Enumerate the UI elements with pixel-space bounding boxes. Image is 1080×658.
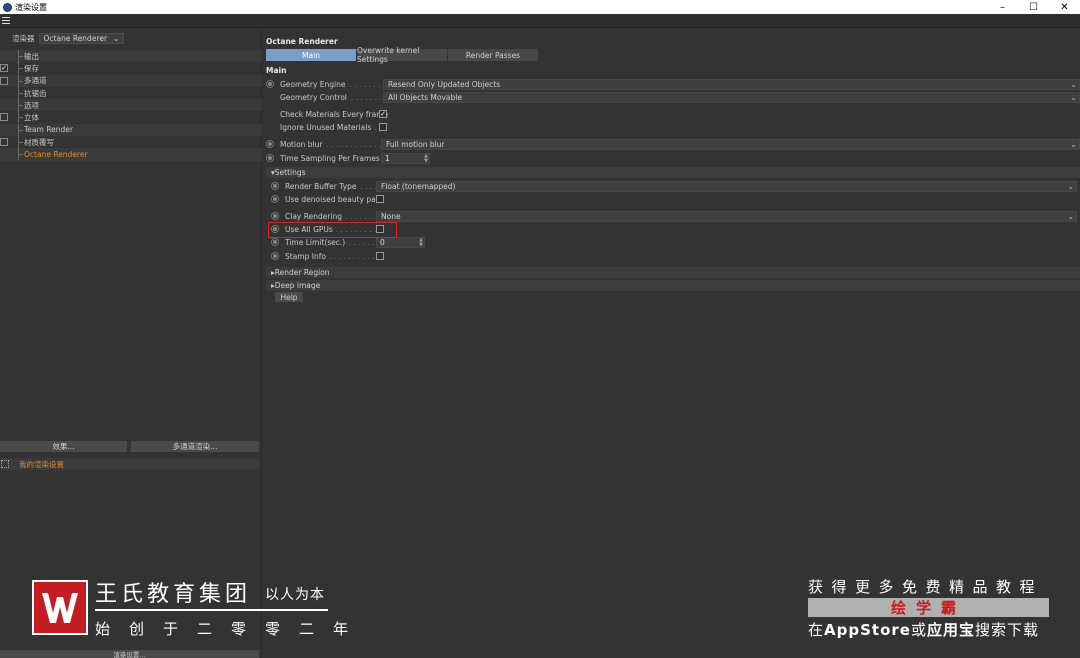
wangshi-logo-icon bbox=[42, 592, 78, 623]
tree-item-team-render[interactable]: Team Render bbox=[0, 123, 262, 137]
animate-radio-icon[interactable] bbox=[266, 140, 274, 148]
chevron-down-icon: ⌄ bbox=[1070, 79, 1077, 89]
stereo-checkbox[interactable] bbox=[0, 113, 8, 122]
renderer-select[interactable]: Octane Renderer ⌄ bbox=[38, 32, 125, 44]
render-region-group-header[interactable]: ▸Render Region bbox=[266, 267, 1080, 278]
multipass-render-button[interactable]: 多通道渲染... bbox=[131, 441, 259, 452]
animate-radio-icon[interactable] bbox=[271, 238, 279, 246]
help-button[interactable]: Help bbox=[275, 292, 303, 302]
animate-radio-icon[interactable] bbox=[271, 182, 279, 190]
denoised-row: Use denoised beauty pass bbox=[271, 193, 1077, 205]
check-materials-checkbox[interactable]: ✓ bbox=[379, 110, 387, 118]
save-checkbox[interactable]: ✓ bbox=[0, 64, 8, 73]
chevron-down-icon: ⌄ bbox=[113, 33, 120, 43]
tree-item-stereo[interactable]: 立体 bbox=[0, 111, 262, 124]
annotation-highlight-box bbox=[268, 222, 397, 238]
animate-radio-icon[interactable] bbox=[271, 195, 279, 203]
window-title: 渲染设置 bbox=[15, 2, 47, 12]
renderer-select-value: Octane Renderer bbox=[43, 33, 108, 43]
window-titlebar: 渲染设置 – ☐ ✕ bbox=[0, 0, 1080, 14]
time-limit-input[interactable]: 0 ▲ ▼ bbox=[376, 236, 425, 248]
spinner-icon[interactable]: ▲ ▼ bbox=[424, 153, 428, 164]
chevron-down-icon: ⌄ bbox=[1067, 211, 1074, 221]
motion-blur-row: Motion blur . . . . . . . . . . . . Full… bbox=[266, 138, 1080, 150]
panel-title: Octane Renderer bbox=[266, 37, 338, 46]
renderer-label: 渲染器 bbox=[12, 33, 35, 43]
tab-render-passes[interactable]: Render Passes bbox=[448, 49, 538, 61]
promo-brand: 绘学霸 bbox=[808, 598, 1049, 617]
promo-line-3: 在AppStore或应用宝搜索下载 bbox=[808, 621, 1039, 639]
renderer-row: 渲染器 Octane Renderer ⌄ bbox=[0, 32, 125, 44]
animate-radio-icon[interactable] bbox=[266, 80, 274, 88]
ignore-unused-checkbox[interactable] bbox=[379, 123, 387, 131]
left-panel: 渲染器 Octane Renderer ⌄ 输出 ✓ 保存 多通道 抗锯齿 选项 … bbox=[0, 28, 262, 658]
tree-item-output[interactable]: 输出 bbox=[0, 50, 262, 63]
tab-overwrite-kernel[interactable]: Overwrite kernel Settings bbox=[357, 46, 447, 64]
render-buffer-select[interactable]: Float (tonemapped) ⌄ bbox=[376, 180, 1077, 192]
spinner-icon[interactable]: ▲ ▼ bbox=[419, 237, 423, 248]
close-button[interactable]: ✕ bbox=[1049, 0, 1080, 14]
clay-rendering-row: Clay Rendering . . . . . . . . None ⌄ bbox=[271, 210, 1077, 222]
settings-group-header[interactable]: ▾Settings bbox=[266, 167, 1080, 178]
cinema4d-app-icon bbox=[3, 2, 12, 12]
stamp-info-checkbox[interactable] bbox=[376, 252, 384, 260]
company-founded: 始创于二零零二年 bbox=[95, 620, 368, 638]
maximize-button[interactable]: ☐ bbox=[1018, 0, 1049, 14]
geometry-engine-row: Geometry Engine . . . . . . . . Resend O… bbox=[266, 78, 1080, 90]
stamp-info-row: Stamp Info . . . . . . . . . . . bbox=[271, 250, 1077, 262]
deep-image-group-header[interactable]: ▸Deep image bbox=[266, 280, 1080, 291]
chevron-down-icon: ⌄ bbox=[1070, 92, 1077, 102]
material-override-checkbox[interactable] bbox=[0, 138, 8, 147]
tab-main[interactable]: Main bbox=[266, 49, 356, 61]
ignore-unused-row: Ignore Unused Materials . . bbox=[266, 121, 1080, 133]
minimize-button[interactable]: – bbox=[987, 0, 1018, 14]
animate-radio-icon[interactable] bbox=[271, 212, 279, 220]
geometry-control-row: Geometry Control . . . . . . . All Objec… bbox=[266, 91, 1080, 103]
tree-item-options[interactable]: 选项 bbox=[0, 99, 262, 112]
tree-item-antialiasing[interactable]: 抗锯齿 bbox=[0, 86, 262, 99]
motion-blur-select[interactable]: Full motion blur ⌄ bbox=[381, 138, 1080, 150]
geometry-engine-select[interactable]: Resend Only Updated Objects ⌄ bbox=[383, 78, 1080, 90]
chevron-down-icon: ⌄ bbox=[1067, 181, 1074, 191]
clay-rendering-select[interactable]: None ⌄ bbox=[376, 210, 1077, 222]
watermark-divider bbox=[95, 609, 328, 611]
tree-item-save[interactable]: ✓ 保存 bbox=[0, 62, 262, 75]
tree-item-multipass[interactable]: 多通道 bbox=[0, 74, 262, 87]
effects-button[interactable]: 效果... bbox=[0, 441, 127, 452]
tree-item-octane-renderer[interactable]: Octane Renderer bbox=[0, 148, 262, 161]
settings-tree: 输出 ✓ 保存 多通道 抗锯齿 选项 立体 Team Render 材质覆写 Oc… bbox=[0, 50, 262, 161]
time-sampling-row: Time Sampling Per Frames 1 ▲ ▼ bbox=[266, 152, 1080, 164]
menu-strip bbox=[0, 14, 1080, 28]
my-render-setting-item[interactable]: 我的渲染设置 bbox=[0, 458, 260, 470]
render-buffer-row: Render Buffer Type . . . . Float (tonema… bbox=[271, 180, 1077, 192]
section-main-label: Main bbox=[266, 66, 287, 75]
time-sampling-input[interactable]: 1 ▲ ▼ bbox=[381, 152, 430, 164]
company-slogan: 以人为本 bbox=[265, 587, 325, 603]
animate-radio-icon[interactable] bbox=[271, 252, 279, 260]
company-name: 王氏教育集团 bbox=[95, 582, 252, 607]
chevron-down-icon: ⌄ bbox=[1070, 139, 1077, 149]
denoised-checkbox[interactable] bbox=[376, 195, 384, 203]
tab-bar: Main Overwrite kernel Settings Render Pa… bbox=[266, 46, 539, 64]
render-setting-icon bbox=[1, 460, 9, 468]
tree-item-material-override[interactable]: 材质覆写 bbox=[0, 136, 262, 149]
promo-line-1: 获得更多免费精品教程 bbox=[808, 578, 1044, 596]
right-panel: Octane Renderer Main Overwrite kernel Se… bbox=[263, 28, 1080, 658]
wangshi-logo bbox=[32, 580, 88, 635]
hamburger-menu-icon[interactable] bbox=[2, 17, 10, 24]
animate-radio-icon[interactable] bbox=[266, 154, 274, 162]
geometry-control-select[interactable]: All Objects Movable ⌄ bbox=[383, 91, 1080, 103]
check-materials-row: Check Materials Every frame ✓ bbox=[280, 109, 389, 119]
render-settings-button[interactable]: 渲染设置... bbox=[0, 650, 259, 658]
multipass-checkbox[interactable] bbox=[0, 76, 8, 85]
